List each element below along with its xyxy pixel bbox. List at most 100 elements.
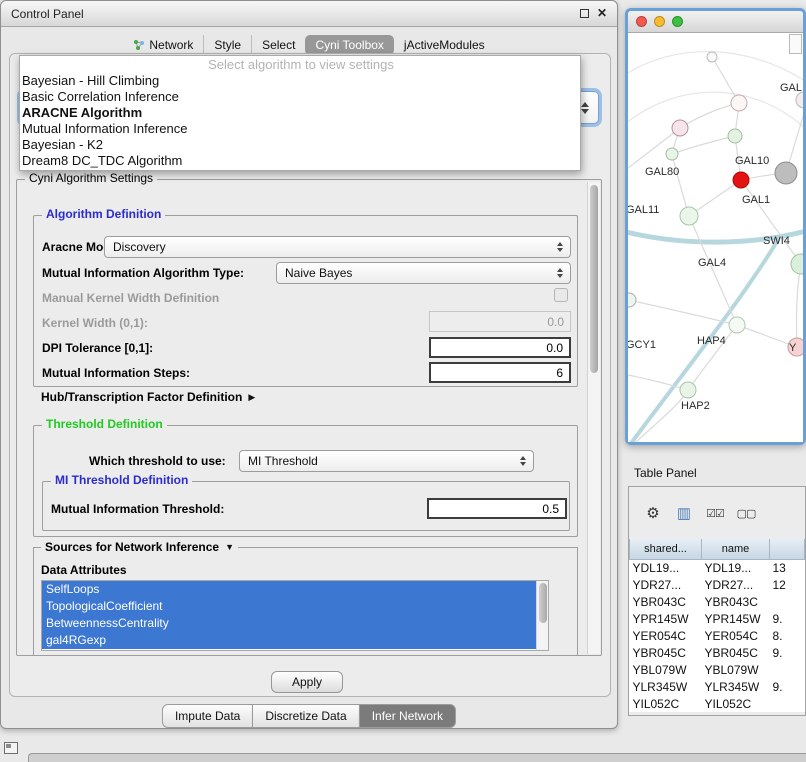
algorithm-option[interactable]: Bayesian - K2 [20,137,580,153]
table-row[interactable]: YDR27...YDR27...12 [630,576,805,593]
network-node[interactable] [666,148,678,160]
table-toolbar: ⚙ ▥ ☑☑ ▢▢ [629,487,805,539]
network-edge [796,264,801,347]
table-row[interactable]: YER054CYER054C8. [630,627,805,644]
apply-button[interactable]: Apply [271,671,343,693]
settings-scrollbar[interactable] [587,182,600,654]
close-traffic-light[interactable] [636,16,647,27]
sources-expander[interactable]: Sources for Network Inference ▼ [41,540,238,554]
tab-cyni-toolbox[interactable]: Cyni Toolbox [305,35,393,55]
table-cell: YER054C [630,627,702,644]
network-window-titlebar[interactable] [628,11,803,33]
network-edge [680,103,739,128]
table-row[interactable]: YBR043CYBR043C [630,593,805,610]
node-label: GAL1 [742,194,770,206]
table-panel-window: ⚙▥☑☑▢▢ shared...name YDL19...YDL19...13Y… [628,486,806,716]
column-header-2[interactable]: name [702,539,770,559]
network-node[interactable] [796,92,803,108]
network-node[interactable] [775,162,797,184]
canvas-scrollbar[interactable] [789,34,802,54]
bottom-tab-impute-data[interactable]: Impute Data [162,704,253,728]
bottom-tab-discretize-data[interactable]: Discretize Data [252,704,359,728]
mi-threshold-label: Mutual Information Threshold: [51,502,224,516]
bottom-panel-edge [28,753,806,762]
deselect-all-icon[interactable]: ▢▢ [734,501,758,525]
network-node[interactable] [680,207,698,225]
network-node[interactable] [733,172,749,188]
network-edge [629,300,737,325]
tab-jactivemodules[interactable]: jActiveModules [394,35,495,55]
mi-steps-input[interactable] [429,362,571,383]
table-cell: YBR043C [702,593,770,610]
mi-type-value: Naive Bayes [285,266,352,280]
network-node[interactable] [791,254,803,274]
table-row[interactable]: YBL079WYBL079W [630,661,805,678]
panel-dock-icon[interactable] [4,742,18,754]
close-window-icon[interactable]: ✕ [597,9,607,18]
settings-scrollbar-thumb[interactable] [590,185,598,373]
attribute-item[interactable]: BetweennessCentrality [42,615,536,632]
window-title: Control Panel [11,7,84,21]
table-row[interactable]: YLR345WYLR345W9. [630,678,805,695]
attributes-scrollbar[interactable] [536,581,548,650]
table-row[interactable]: YBR045CYBR045C9. [630,644,805,661]
dpi-tolerance-input[interactable] [429,337,571,358]
attributes-scrollbar-thumb[interactable] [539,583,547,623]
zoom-traffic-light[interactable] [672,16,683,27]
gear-icon[interactable]: ⚙ [641,501,665,525]
table-row[interactable]: YPR145WYPR145W9. [630,610,805,627]
select-all-icon[interactable]: ☑☑ [703,501,727,525]
network-edge [737,325,797,347]
table-cell: YLR345W [702,678,770,695]
algorithm-option[interactable]: Basic Correlation Inference [20,89,580,105]
table-cell: 12 [770,576,805,593]
column-header-3[interactable] [770,539,805,559]
aracne-mode-value: Discovery [113,240,166,254]
aracne-mode-combobox[interactable]: Discovery [104,236,571,258]
table-cell: 9. [770,678,805,695]
data-attributes-list[interactable]: SelfLoopsTopologicalCoefficientBetweenne… [41,580,549,651]
network-node[interactable] [680,382,696,398]
tab-select[interactable]: Select [251,35,305,55]
network-node[interactable] [731,95,747,111]
network-canvas[interactable]: GAL80GAL10GAL11GAL1SWI4GAL4GCY1HAP4HAP2Y… [628,33,803,442]
network-node[interactable] [729,317,745,333]
bottom-tab-infer-network[interactable]: Infer Network [359,704,456,728]
network-node[interactable] [707,52,717,62]
table-cell: 9. [770,610,805,627]
table-cell [770,661,805,678]
columns-icon[interactable]: ▥ [672,501,696,525]
algorithm-definition-title: Algorithm Definition [42,207,165,221]
threshold-definition-group: Threshold Definition Which threshold to … [33,425,578,537]
table-cell: YDL19... [630,559,702,576]
algorithm-option[interactable]: Bayesian - Hill Climbing [20,73,580,89]
table-cell: YBR045C [702,644,770,661]
hub-definition-expander[interactable]: Hub/Transcription Factor Definition ▶ [41,390,255,404]
which-threshold-combobox[interactable]: MI Threshold [239,450,534,472]
column-header-1[interactable]: shared... [630,539,702,559]
which-threshold-label: Which threshold to use: [89,454,226,468]
table-row[interactable]: YDL19...YDL19...13 [630,559,805,576]
algorithm-option[interactable]: Mutual Information Inference [20,121,580,137]
algorithm-option[interactable]: Dream8 DC_TDC Algorithm [20,153,580,169]
tab-label: Network [149,38,193,52]
node-label: GAL80 [645,166,679,178]
minimize-traffic-light[interactable] [654,16,665,27]
table-row[interactable]: YIL052CYIL052C [630,695,805,712]
control-panel-titlebar[interactable]: Control Panel ✕ [1,1,617,27]
mi-threshold-input[interactable] [427,498,567,519]
attribute-item[interactable]: SelfLoops [42,581,536,598]
tab-network[interactable]: Network [123,35,203,55]
node-label: HAP2 [681,400,710,412]
tab-style[interactable]: Style [203,35,251,55]
network-node[interactable] [672,120,688,136]
network-node[interactable] [628,293,636,307]
expander-right-icon: ▶ [248,392,255,403]
attribute-item[interactable]: TopologicalCoefficient [42,598,536,615]
node-label: GCY1 [628,339,656,351]
algorithm-option[interactable]: ARACNE Algorithm [20,105,580,121]
attribute-item[interactable]: gal4RGexp [42,632,536,649]
network-node[interactable] [728,129,742,143]
float-window-icon[interactable] [580,9,589,18]
mi-type-combobox[interactable]: Naive Bayes [276,262,571,284]
